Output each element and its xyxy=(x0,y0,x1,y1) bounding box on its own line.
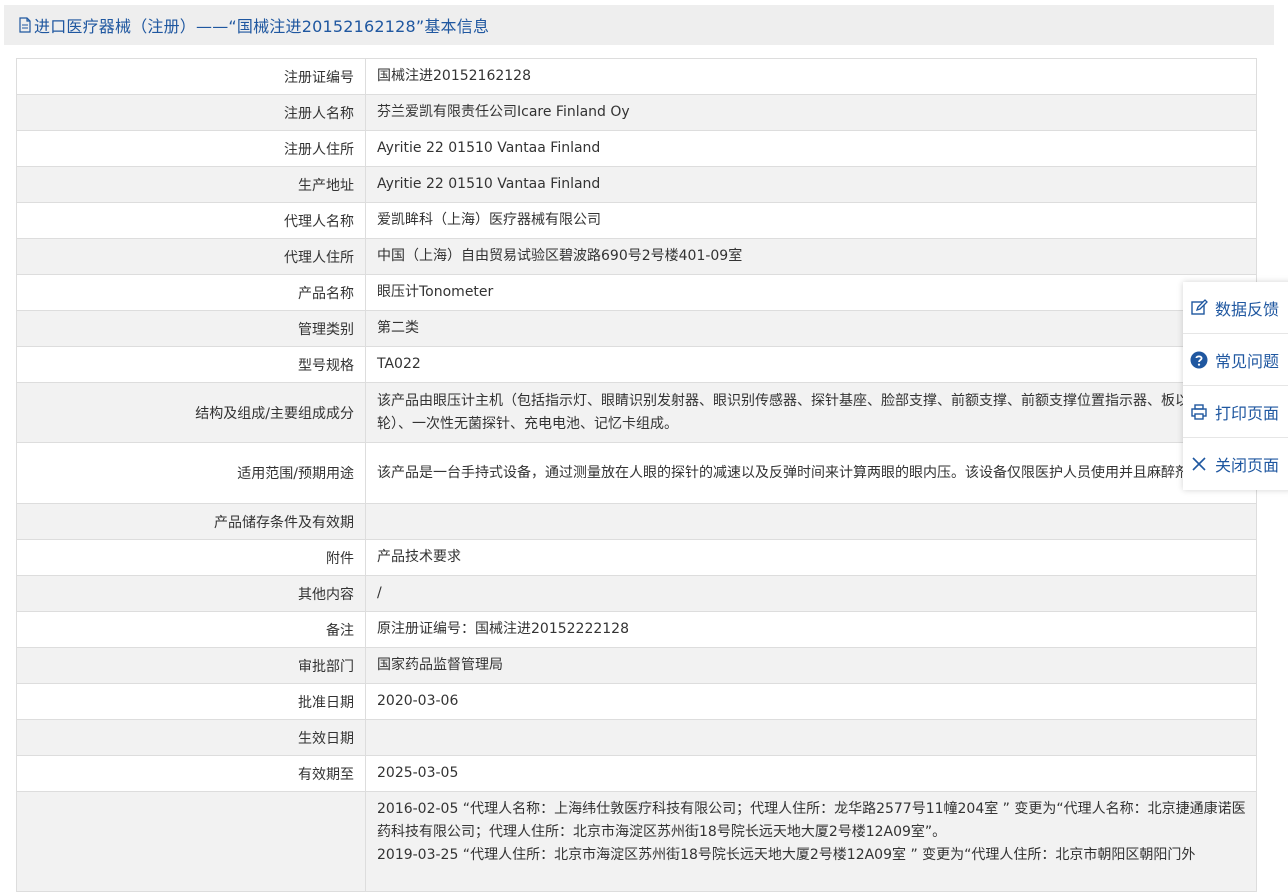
field-label: 备注 xyxy=(16,611,366,648)
field-label: 注册人名称 xyxy=(16,94,366,131)
edit-icon xyxy=(1191,298,1208,315)
table-row: 其他内容 / xyxy=(16,575,1257,612)
field-label: 结构及组成/主要组成成分 xyxy=(16,382,366,443)
side-item-label: 数据反馈 xyxy=(1215,299,1280,319)
field-value: 产品技术要求 xyxy=(365,539,1257,576)
field-label: 批准日期 xyxy=(16,683,366,720)
field-label: 代理人住所 xyxy=(16,238,366,275)
field-value: Ayritie 22 01510 Vantaa Finland xyxy=(365,130,1257,167)
close-page-button[interactable]: 关闭页面 xyxy=(1183,438,1288,489)
field-value: Ayritie 22 01510 Vantaa Finland xyxy=(365,166,1257,203)
change-entry: 2016-02-05 “代理人名称：上海纬仕敦医疗科技有限公司；代理人住所：龙华… xyxy=(377,801,1246,840)
field-label: 有效期至 xyxy=(16,755,366,792)
table-row: 生效日期 xyxy=(16,719,1257,756)
table-row: 有效期至 2025-03-05 xyxy=(16,755,1257,792)
side-item-label: 常见问题 xyxy=(1215,351,1280,371)
field-value: 该产品是一台手持式设备，通过测量放在人眼的探针的减速以及反弹时间来计算两眼的眼内… xyxy=(365,442,1257,504)
table-row: 批准日期 2020-03-06 xyxy=(16,683,1257,720)
field-value xyxy=(365,719,1257,756)
field-value: 中国（上海）自由贸易试验区碧波路690号2号楼401-09室 xyxy=(365,238,1257,275)
table-row: 产品储存条件及有效期 xyxy=(16,503,1257,540)
field-value: 国家药品监督管理局 xyxy=(365,647,1257,684)
detail-table: 注册证编号 国械注进20152162128 注册人名称 芬兰爱凯有限责任公司Ic… xyxy=(16,58,1257,892)
table-row: 适用范围/预期用途 该产品是一台手持式设备，通过测量放在人眼的探针的减速以及反弹… xyxy=(16,442,1257,504)
side-action-panel: 数据反馈 常见问题 打印页面 关闭页面 xyxy=(1183,282,1288,490)
field-value: TA022 xyxy=(365,346,1257,383)
field-label: 注册人住所 xyxy=(16,130,366,167)
field-label: 其他内容 xyxy=(16,575,366,612)
table-row: 代理人名称 爱凯眸科（上海）医疗器械有限公司 xyxy=(16,202,1257,239)
field-value: 爱凯眸科（上海）医疗器械有限公司 xyxy=(365,202,1257,239)
table-row: 附件 产品技术要求 xyxy=(16,539,1257,576)
table-row: 型号规格 TA022 xyxy=(16,346,1257,383)
field-label: 生产地址 xyxy=(16,166,366,203)
side-item-label: 关闭页面 xyxy=(1215,455,1280,475)
field-label: 型号规格 xyxy=(16,346,366,383)
field-value: 第二类 xyxy=(365,310,1257,347)
field-value: 国械注进20152162128 xyxy=(365,58,1257,95)
table-row: 审批部门 国家药品监督管理局 xyxy=(16,647,1257,684)
table-row: 注册人名称 芬兰爱凯有限责任公司Icare Finland Oy xyxy=(16,94,1257,131)
field-label: 生效日期 xyxy=(16,719,366,756)
close-icon xyxy=(1192,456,1206,471)
side-item-label: 打印页面 xyxy=(1215,403,1280,423)
print-page-button[interactable]: 打印页面 xyxy=(1183,386,1288,438)
field-value: 眼压计Tonometer xyxy=(365,274,1257,311)
table-row: 产品名称 眼压计Tonometer xyxy=(16,274,1257,311)
table-row: 备注 原注册证编号：国械注进20152222128 xyxy=(16,611,1257,648)
field-label: 代理人名称 xyxy=(16,202,366,239)
field-value: 2020-03-06 xyxy=(365,683,1257,720)
field-label: 产品储存条件及有效期 xyxy=(16,503,366,540)
field-value: / xyxy=(365,575,1257,612)
table-row: 代理人住所 中国（上海）自由贸易试验区碧波路690号2号楼401-09室 xyxy=(16,238,1257,275)
table-row: 注册人住所 Ayritie 22 01510 Vantaa Finland xyxy=(16,130,1257,167)
field-value: 2025-03-05 xyxy=(365,755,1257,792)
field-value: 原注册证编号：国械注进20152222128 xyxy=(365,611,1257,648)
question-circle-icon xyxy=(1190,351,1208,368)
table-row: 管理类别 第二类 xyxy=(16,310,1257,347)
field-value: 该产品由眼压计主机（包括指示灯、眼睛识别发射器、眼识别传感器、探针基座、脸部支撑… xyxy=(365,382,1257,443)
table-row: 结构及组成/主要组成成分 该产品由眼压计主机（包括指示灯、眼睛识别发射器、眼识别… xyxy=(16,382,1257,443)
document-icon xyxy=(19,17,31,33)
data-feedback-button[interactable]: 数据反馈 xyxy=(1183,282,1288,334)
field-label: 管理类别 xyxy=(16,310,366,347)
field-label: 产品名称 xyxy=(16,274,366,311)
field-value: 芬兰爱凯有限责任公司Icare Finland Oy xyxy=(365,94,1257,131)
field-value xyxy=(365,503,1257,540)
faq-button[interactable]: 常见问题 xyxy=(1183,334,1288,386)
change-entry: 2019-03-25 “代理人住所：北京市海淀区苏州街18号院长远天地大厦2号楼… xyxy=(377,847,1196,863)
page-title: 进口医疗器械（注册）——“国械注进20152162128”基本信息 xyxy=(34,17,490,36)
field-label: 注册证编号 xyxy=(16,58,366,95)
table-row: 生产地址 Ayritie 22 01510 Vantaa Finland xyxy=(16,166,1257,203)
page-header: 进口医疗器械（注册）——“国械注进20152162128”基本信息 xyxy=(4,5,1274,45)
field-label: 附件 xyxy=(16,539,366,576)
table-row: 注册证编号 国械注进20152162128 xyxy=(16,58,1257,95)
printer-icon xyxy=(1191,403,1207,420)
field-label: 适用范围/预期用途 xyxy=(16,442,366,504)
field-label: 审批部门 xyxy=(16,647,366,684)
